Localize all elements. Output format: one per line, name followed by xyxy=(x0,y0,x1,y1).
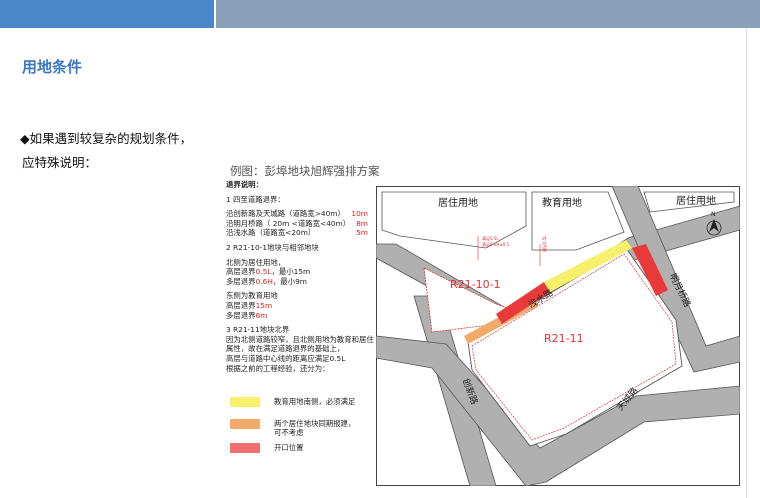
zone-label-north-left: 居住用地 xyxy=(438,196,478,209)
swatch-label: 教育用地南侧，必须满足 xyxy=(274,397,356,406)
section-3-line: 属性，故在满足道路退界的基础上， xyxy=(226,344,345,354)
header-bar-left xyxy=(0,0,214,28)
section-2-line: 多层退界6m xyxy=(226,310,268,320)
section-2-line: 北侧为居住用地， xyxy=(226,257,286,267)
swatch-label-2: 可不考虑 xyxy=(274,428,304,437)
notes-heading: 退界说明： xyxy=(226,180,263,189)
swatch-color xyxy=(230,443,260,453)
zone-label-north-right: 居住用地 xyxy=(676,194,716,207)
section-3-line: 因为北侧道路较窄，且北侧用地为教育和居住 xyxy=(226,334,374,344)
setback-row: 沿浅水路（道路宽<20m） 5m xyxy=(226,228,368,238)
setback-row: 沿明月桥路（ 20m <道路宽<40m） 8m xyxy=(226,218,368,228)
site-plan-map: N 居住用地 教育用地 居住用地 R21-10-1 R21-11 浅水路 明月桥… xyxy=(376,186,740,486)
section-2-line: 多层退界0.6H，最小9m xyxy=(226,276,307,286)
section-2-line: 高层退界0.5L，最小15m xyxy=(226,267,311,277)
section-3-line: 3 R21-11地块北界 xyxy=(226,325,290,335)
section-3-line: 根据之前的工程经验，还分为： xyxy=(226,363,330,373)
page-title: 用地条件 xyxy=(22,58,83,76)
section-2-line: 高层退界15m xyxy=(226,300,273,310)
section-1-rows: 沿创新路及天城路（道路宽>40m） 10m 沿明月桥路（ 20m <道路宽<40m… xyxy=(226,209,368,238)
parcel-label-b: R21-11 xyxy=(544,332,584,345)
section-2-title: 2 R21-10-1地块与相邻地块 xyxy=(226,242,319,252)
swatch-label: 开口位置 xyxy=(274,443,304,452)
section-1-title: 1 四至道路退界： xyxy=(226,194,285,204)
setback-row: 沿创新路及天城路（道路宽>40m） 10m xyxy=(226,209,368,219)
swatch-color xyxy=(230,397,260,407)
section-3-line: 高层与道路中心线的距离应满足0.5L xyxy=(226,353,346,363)
header-bar-right xyxy=(216,0,760,28)
dim-label-b: 满足0.6H≥0.5 xyxy=(482,241,510,247)
example-caption: 例图：彭埠地块旭辉强排方案 xyxy=(230,164,380,178)
dim-label-c: 满足0.5L xyxy=(541,235,547,252)
intro-line-2: 应特殊说明： xyxy=(22,155,98,170)
swatch-label: 两个居住地块同期报建， xyxy=(274,419,356,428)
parcel-label-a: R21-10-1 xyxy=(450,278,501,291)
swatch-color xyxy=(230,419,260,429)
right-divider xyxy=(746,28,747,498)
north-label: N xyxy=(711,211,716,218)
zone-label-north-mid: 教育用地 xyxy=(542,196,582,209)
intro-line-1: ◆如果遇到较复杂的规划条件， xyxy=(20,131,193,146)
dim-label-a: 满足0.5L xyxy=(482,235,499,241)
section-2-line: 东侧为教育用地 xyxy=(226,291,278,301)
setback-notes: 退界说明： 1 四至道路退界： 沿创新路及天城路（道路宽>40m） 10m 沿明月… xyxy=(226,180,376,373)
